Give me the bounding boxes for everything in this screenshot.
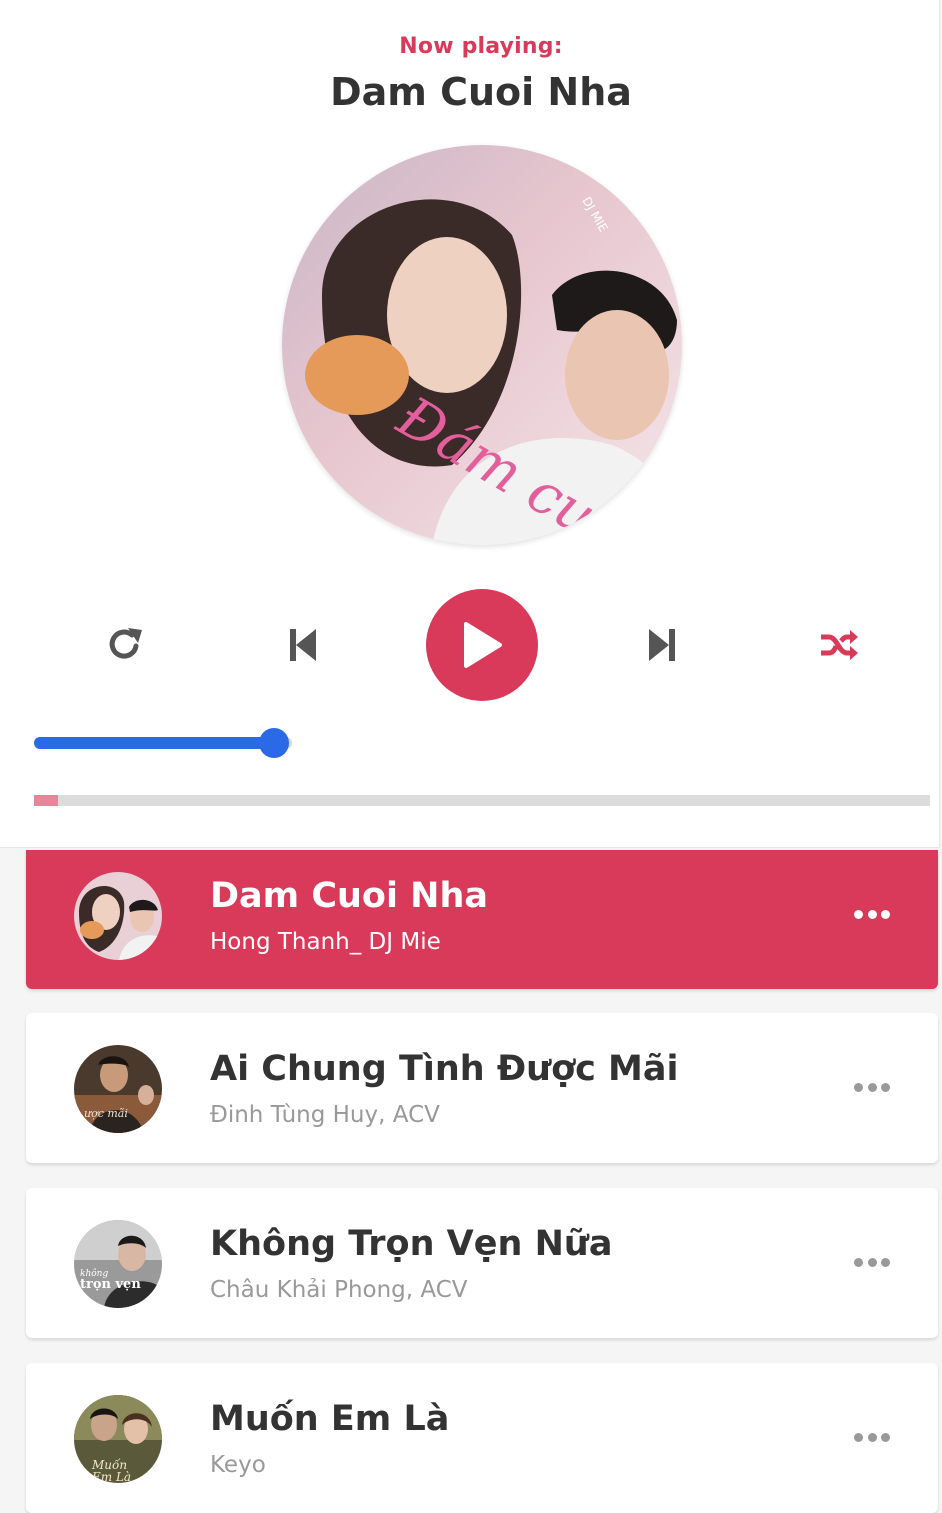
album-art-image: Đám cưới nha DJ MIE: [282, 145, 682, 545]
song-thumbnail: không trọn vẹn: [74, 1220, 162, 1308]
playlist-item[interactable]: Muốn Em Là Muốn Em Là Keyo: [26, 1363, 938, 1513]
song-thumbnail-image: không trọn vẹn: [74, 1220, 162, 1308]
song-title: Dam Cuoi Nha: [210, 876, 488, 916]
song-author: Hong Thanh_ DJ Mie: [210, 929, 441, 955]
song-options-button[interactable]: [854, 1425, 890, 1449]
playlist-item-active[interactable]: Dam Cuoi Nha Hong Thanh_ DJ Mie: [26, 850, 938, 989]
repeat-button[interactable]: [97, 617, 153, 673]
cd-thumbnail: Đám cưới nha DJ MIE: [282, 145, 682, 545]
random-button[interactable]: [811, 617, 867, 673]
ellipsis-icon: [854, 1432, 863, 1442]
song-options-button[interactable]: [854, 1075, 890, 1099]
progress-bar[interactable]: [34, 795, 930, 806]
song-author: Châu Khải Phong, ACV: [210, 1277, 468, 1303]
ellipsis-dot: [867, 1432, 877, 1442]
ellipsis-dot: [867, 1082, 877, 1092]
ellipsis-dot: [881, 909, 890, 919]
song-title: Ai Chung Tình Được Mãi: [210, 1049, 679, 1089]
ellipsis-dot: [881, 1257, 890, 1267]
song-thumbnail: ược mãi: [74, 1045, 162, 1133]
ellipsis-icon: [854, 1082, 863, 1092]
song-author: Keyo: [210, 1452, 266, 1478]
repeat-icon: [109, 628, 142, 659]
current-song-title: Dam Cuoi Nha: [330, 70, 632, 114]
song-thumbnail: Muốn Em Là: [74, 1395, 162, 1483]
song-thumbnail-image: ược mãi: [74, 1045, 162, 1133]
song-thumbnail: [74, 872, 162, 960]
volume-thumb[interactable]: [258, 728, 289, 758]
song-thumbnail-image: Muốn Em Là: [74, 1395, 162, 1483]
step-forward-icon: [649, 629, 675, 661]
player-dashboard: Now playing: Dam Cuoi Nha Đám cưới DJ MI…: [0, 0, 940, 848]
volume-fill: [34, 737, 274, 749]
song-title: Không Trọn Vẹn Nữa: [210, 1224, 613, 1264]
ellipsis-dot: [881, 1082, 890, 1092]
song-options-button[interactable]: [854, 1250, 890, 1274]
song-author: Đinh Tùng Huy, ACV: [210, 1102, 440, 1128]
song-options-button[interactable]: [854, 902, 890, 926]
ellipsis-icon: [854, 909, 863, 919]
svg-text:trọn vẹn: trọn vẹn: [80, 1277, 141, 1292]
ellipsis-dot: [881, 1432, 890, 1442]
song-title: Muốn Em Là: [210, 1399, 450, 1439]
random-icon: [821, 630, 858, 660]
ellipsis-dot: [867, 1257, 877, 1267]
svg-text:ược mãi: ược mãi: [84, 1107, 128, 1120]
next-button[interactable]: [634, 617, 690, 673]
step-backward-icon: [290, 629, 316, 661]
volume-slider[interactable]: [34, 728, 292, 758]
play-button[interactable]: [426, 589, 538, 701]
svg-text:Em Là: Em Là: [91, 1470, 131, 1483]
progress-fill: [34, 795, 59, 806]
now-playing-label: Now playing:: [399, 34, 563, 59]
prev-button[interactable]: [275, 617, 331, 673]
playlist-item[interactable]: ược mãi Ai Chung Tình Được Mãi Đinh Tùng…: [26, 1013, 938, 1163]
playlist-item[interactable]: không trọn vẹn Không Trọn Vẹn Nữa Châu K…: [26, 1188, 938, 1338]
song-thumbnail-image: [74, 872, 162, 960]
ellipsis-dot: [867, 909, 877, 919]
ellipsis-icon: [854, 1257, 863, 1267]
play-icon: [464, 622, 502, 668]
